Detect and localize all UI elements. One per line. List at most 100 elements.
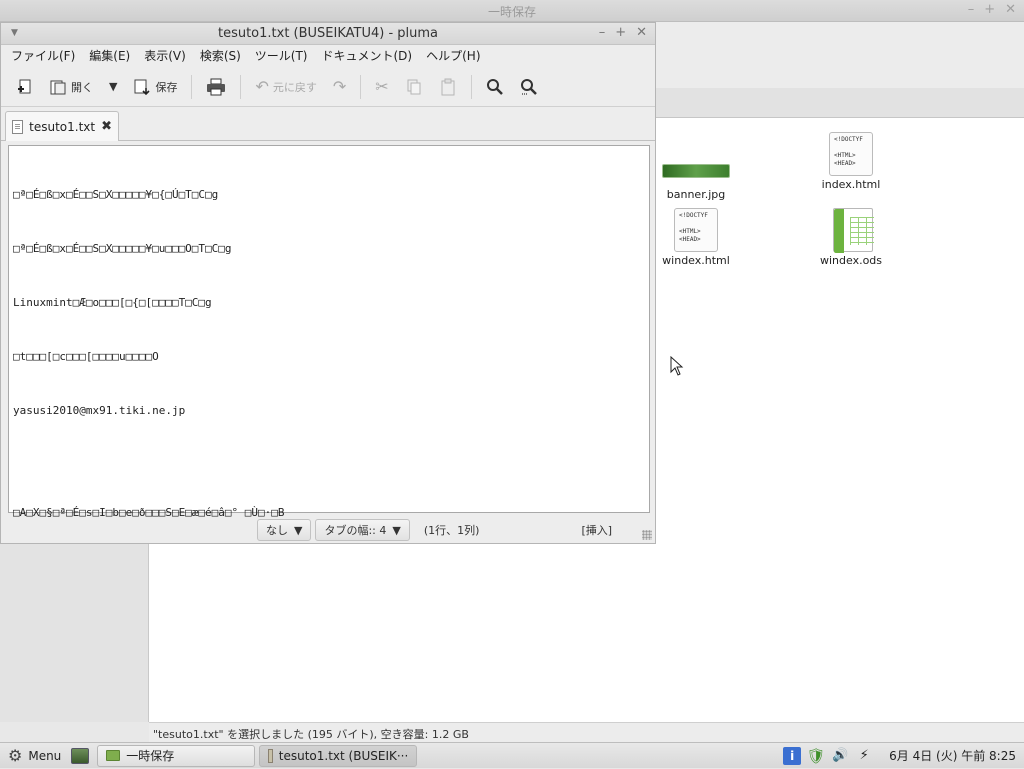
dropdown-arrow-icon: ▼ — [392, 523, 401, 537]
maximize-button[interactable]: + — [984, 2, 995, 17]
menu-search[interactable]: 検索(S) — [200, 47, 241, 65]
save-label: 保存 — [155, 80, 178, 94]
editor-line: □t□□□[□c□□□[□□□□u□□□□O — [13, 350, 159, 363]
search-icon — [486, 78, 503, 95]
menu-view[interactable]: 表示(V) — [144, 47, 186, 65]
resize-grip-icon[interactable] — [642, 530, 652, 540]
copy-button[interactable] — [399, 72, 429, 102]
copy-icon — [407, 79, 421, 94]
pluma-title: tesuto1.txt (BUSEIKATU4) - pluma — [217, 26, 439, 41]
undo-button[interactable]: ↶ 元に戻す — [249, 72, 322, 102]
tab-label: tesuto1.txt — [29, 119, 96, 134]
highlight-mode-value: なし — [266, 524, 288, 537]
save-button[interactable]: 保存 — [127, 72, 183, 102]
file-item-windex-ods[interactable]: windex.ods — [796, 208, 906, 267]
dropdown-arrow-icon: ▼ — [109, 80, 118, 93]
editor-line: yasusi2010@mx91.tiki.ne.jp — [13, 404, 186, 417]
menu-label: Menu — [28, 748, 62, 763]
document-tabs: tesuto1.txt ✖ — [1, 107, 655, 141]
toolbar: 開く ▼ 保存 ↶ 元に戻す ↷ ✂ — [1, 67, 655, 107]
text-editor-icon — [268, 748, 273, 763]
search-replace-icon — [520, 78, 537, 95]
editor-line: Linuxmint□Æ□o□□□[□{□[□□□□T□C□g — [13, 296, 212, 309]
toolbar-separator — [240, 74, 242, 99]
print-button[interactable] — [200, 72, 232, 102]
open-label: 開く — [71, 80, 93, 94]
tab-close-icon[interactable]: ✖ — [101, 119, 112, 134]
scissors-icon: ✂ — [375, 76, 389, 96]
file-item-banner-jpg[interactable]: banner.jpg — [641, 158, 751, 201]
close-button[interactable]: ✕ — [636, 25, 647, 40]
printer-icon — [207, 78, 226, 95]
task-file-manager[interactable]: 一時保存 — [97, 744, 256, 767]
task-label: 一時保存 — [126, 749, 175, 763]
open-recent-dropdown[interactable]: ▼ — [103, 72, 123, 102]
gear-icon: ⚙ — [8, 746, 23, 765]
paste-button[interactable] — [433, 72, 463, 102]
file-label: windex.ods — [819, 254, 883, 267]
menubar: ファイル(F) 編集(E) 表示(V) 検索(S) ツール(T) ドキュメント(… — [1, 45, 655, 67]
file-item-index-html[interactable]: <!DOCTYF <HTML> <HEAD> index.html — [796, 132, 906, 191]
mouse-cursor-icon — [670, 356, 684, 376]
close-button[interactable]: ✕ — [1005, 2, 1016, 17]
editor-line: □ª□É□ß□x□É□□S□X□□□□□¥□u□□□O□T□C□g — [13, 242, 232, 255]
search-replace-button[interactable] — [514, 72, 544, 102]
show-desktop-icon[interactable] — [71, 747, 90, 764]
menu-button[interactable]: ⚙ Menu — [0, 743, 69, 769]
info-icon[interactable]: i — [783, 746, 802, 765]
tab-width-selector[interactable]: タブの幅:: 4 ▼ — [315, 519, 410, 541]
task-pluma[interactable]: tesuto1.txt (BUSEIK··· — [259, 744, 418, 767]
menu-file[interactable]: ファイル(F) — [11, 47, 75, 65]
file-item-windex-html[interactable]: <!DOCTYF <HTML> <HEAD> windex.html — [641, 208, 751, 267]
menu-documents[interactable]: ドキュメント(D) — [322, 47, 413, 65]
new-document-icon — [18, 79, 31, 93]
minimize-button[interactable]: – — [599, 25, 606, 40]
image-file-icon — [662, 164, 730, 178]
cursor-position: (1行、1列) — [423, 524, 480, 537]
shield-icon[interactable]: 🛡 — [807, 747, 826, 765]
system-tray: i 🛡 🔊 ⚡ 6月 4日 (火) 午前 8:25 — [783, 746, 1024, 765]
menu-tools[interactable]: ツール(T) — [255, 47, 308, 65]
volume-icon[interactable]: 🔊 — [831, 747, 849, 765]
file-manager-pathbar — [656, 88, 1024, 118]
open-icon — [50, 80, 66, 94]
file-label: index.html — [821, 178, 881, 191]
task-label: tesuto1.txt (BUSEIK··· — [278, 748, 409, 763]
search-button[interactable] — [480, 72, 510, 102]
pluma-window: ▼ tesuto1.txt (BUSEIKATU4) - pluma – + ✕… — [0, 22, 656, 544]
pluma-titlebar[interactable]: ▼ tesuto1.txt (BUSEIKATU4) - pluma – + ✕ — [1, 23, 655, 45]
network-icon[interactable]: ⚡ — [855, 747, 873, 765]
insert-mode: [挿入] — [581, 524, 613, 537]
file-manager-window-controls: – + ✕ — [968, 2, 1016, 17]
new-document-button[interactable] — [9, 72, 39, 102]
text-editor-area[interactable]: □ª□É□ß□x□É□□S□X□□□□□¥□{□Ú□T□C□g □ª□É□ß□x… — [8, 145, 650, 519]
tab-width-value: タブの幅:: 4 — [324, 524, 387, 537]
redo-button[interactable]: ↷ — [327, 72, 352, 102]
undo-label: 元に戻す — [272, 80, 317, 94]
spreadsheet-file-icon — [829, 208, 874, 253]
toolbar-separator — [360, 74, 362, 99]
cut-button[interactable]: ✂ — [369, 72, 394, 102]
html-file-icon: <!DOCTYF <HTML> <HEAD> — [674, 208, 718, 252]
tab-tesuto1[interactable]: tesuto1.txt ✖ — [5, 111, 119, 141]
text-document-icon — [12, 119, 24, 134]
undo-icon: ↶ — [255, 76, 269, 96]
file-label: banner.jpg — [666, 188, 726, 201]
bottom-panel: ⚙ Menu 一時保存 tesuto1.txt (BUSEIK··· i 🛡 🔊… — [0, 742, 1024, 768]
folder-icon — [106, 750, 121, 761]
maximize-button[interactable]: + — [615, 25, 626, 40]
file-manager-title: 一時保存 — [487, 5, 536, 19]
file-manager-titlebar: 一時保存 – + ✕ — [0, 0, 1024, 22]
menu-edit[interactable]: 編集(E) — [89, 47, 130, 65]
open-button[interactable]: 開く — [43, 72, 99, 102]
html-file-icon: <!DOCTYF <HTML> <HEAD> — [829, 132, 873, 176]
pluma-window-controls: – + ✕ — [599, 25, 647, 40]
file-manager-statusbar: "tesuto1.txt" を選択しました (195 バイト), 空き容量: 1… — [149, 722, 1024, 742]
menu-help[interactable]: ヘルプ(H) — [426, 47, 480, 65]
clock[interactable]: 6月 4日 (火) 午前 8:25 — [889, 747, 1016, 764]
toolbar-separator — [191, 74, 193, 99]
highlight-mode-selector[interactable]: なし ▼ — [257, 519, 312, 541]
toolbar-separator — [470, 74, 472, 99]
minimize-button[interactable]: – — [968, 2, 975, 17]
redo-icon: ↷ — [332, 76, 347, 96]
